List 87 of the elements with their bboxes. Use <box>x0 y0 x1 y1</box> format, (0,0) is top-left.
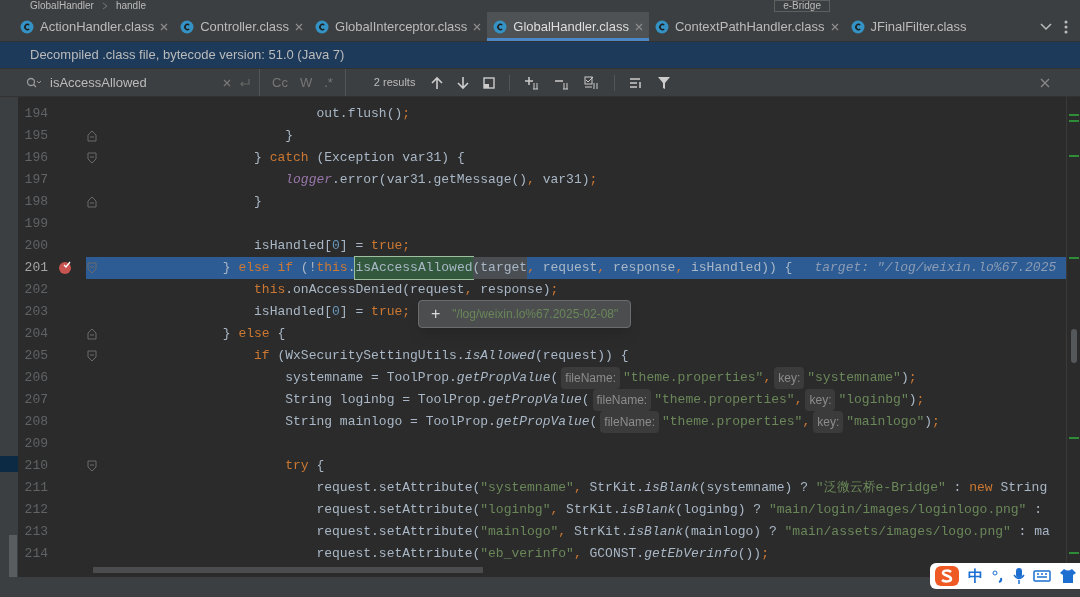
line-number: 205 <box>23 347 48 366</box>
class-file-icon <box>850 19 865 34</box>
input-mode-toggle[interactable]: 中 <box>968 564 983 588</box>
filter-icon <box>657 75 672 90</box>
code-line: } catch (Exception var31) { <box>253 149 465 167</box>
line-number: 202 <box>23 281 48 300</box>
line-number: 213 <box>23 523 48 542</box>
class-file-icon <box>493 19 508 34</box>
code-line: isHandled[0] = true; <box>253 303 411 321</box>
line-number: 211 <box>23 479 48 498</box>
editor-tab[interactable]: Controller.class <box>174 12 310 41</box>
code-line: } <box>253 193 262 211</box>
line-number: 201 <box>23 259 48 278</box>
shirt-icon <box>1059 568 1077 584</box>
debug-value: "/log/weixin.lo%67.2025-02-08" <box>452 306 619 323</box>
line-number: 194 <box>23 105 48 124</box>
tool-strip-scroll-thumb <box>9 535 17 577</box>
window-icon <box>483 76 496 89</box>
arrow-down-icon <box>457 75 470 90</box>
code-line: request.setAttribute("systemname", StrKit.isBlank(systemname) ? "泛微云桥e-Bridge" : new String <box>315 479 1048 497</box>
code-line: request.setAttribute("mainlogo", StrKit.isBlank(mainlogo) ? "main/assets/images/logo.png" : ma <box>315 523 1050 541</box>
line-number: 196 <box>23 149 48 168</box>
close-icon <box>634 22 643 31</box>
line-number: 208 <box>23 413 48 432</box>
editor-tab[interactable]: JFinalFilter.class <box>844 12 973 41</box>
code-line: request.setAttribute("eb_verinfo", GCONST.getEbVerinfo()); <box>315 545 769 563</box>
class-file-icon <box>654 19 669 34</box>
line-number: 200 <box>23 237 48 256</box>
line-number: 197 <box>23 171 48 190</box>
code-line: out.flush(); <box>315 105 411 123</box>
code-line: try { <box>284 457 325 475</box>
code-line: } else if (!this.isAccessAllowed(target, request, response, isHandled)) { target: "/log/weixin.lo%67.2025 <box>98 257 1057 279</box>
code-line: } else { <box>221 325 286 343</box>
tool-strip-marker <box>0 456 18 472</box>
code-line: if (WxSecuritySettingUtils.isAllowed(request)) { <box>253 347 629 365</box>
code-line: request.setAttribute("loginbg", StrKit.isBlank(loginbg) ? "main/login/images/loginlogo.png" : <box>315 501 1042 519</box>
chevron-down-icon <box>1040 22 1052 31</box>
breadcrumb-item[interactable]: GlobalHandler <box>30 0 94 12</box>
class-file-icon <box>20 19 34 34</box>
run-configuration-dropdown[interactable]: e-Bridge <box>774 0 830 12</box>
keyboard-icon <box>1033 569 1051 583</box>
class-file-icon <box>315 19 330 34</box>
close-icon <box>473 22 482 31</box>
close-icon <box>160 22 169 31</box>
class-file-icon <box>180 19 195 34</box>
close-icon[interactable] <box>1040 77 1050 88</box>
line-number: 209 <box>23 435 48 454</box>
code-line: systemname = ToolProp.getPropValue( fileName: "theme.properties", key: "systemname"); <box>98 367 917 389</box>
code-line: this.onAccessDenied(request, response); <box>253 281 559 299</box>
line-number: 210 <box>23 457 48 476</box>
expand-button[interactable]: + <box>431 306 441 322</box>
line-number: 212 <box>23 501 48 520</box>
decompiled-notice-banner: Decompiled .class file, bytecode version: 51.0 (Java 7) <box>0 42 1080 68</box>
line-number: 214 <box>23 545 48 564</box>
search-field[interactable]: isAccessAllowed <box>0 69 260 96</box>
line-number: 198 <box>23 193 48 212</box>
editor-tab[interactable]: ContextPathHandler.class <box>648 12 845 41</box>
clear-icon <box>223 78 231 87</box>
editor-tab[interactable]: ActionHandler.class <box>14 12 175 41</box>
line-number: 203 <box>23 303 48 322</box>
line-number: 207 <box>23 391 48 410</box>
line-number: 199 <box>23 215 48 234</box>
select-all-icon <box>584 75 601 90</box>
result-count: 2 results <box>373 75 416 91</box>
close-icon <box>295 22 304 31</box>
add-selection-icon <box>524 75 541 90</box>
search-icon <box>26 76 42 89</box>
breadcrumb-item[interactable]: handle <box>115 0 146 12</box>
punctuation-icon <box>991 569 1005 583</box>
code-line: logger.error(var31.getMessage(), var31); <box>284 171 598 189</box>
close-icon <box>830 22 839 31</box>
chevron-right-icon <box>101 2 108 10</box>
more-options-icon <box>1064 19 1068 34</box>
code-line: isHandled[0] = true; <box>253 237 411 255</box>
line-number: 204 <box>23 325 48 344</box>
code-line: String mainlogo = ToolProp.getPropValue( fileName: "theme.properties", key: "mainlogo"); <box>98 411 940 433</box>
microphone-icon <box>1013 567 1025 585</box>
code-line: String loginbg = ToolProp.getPropValue( fileName: "theme.properties", key: "loginbg"); <box>98 389 925 411</box>
new-line-icon <box>239 77 251 88</box>
line-number: 206 <box>23 369 48 388</box>
list-icon <box>629 76 644 89</box>
code-line: } <box>284 127 294 145</box>
line-number: 195 <box>23 127 48 146</box>
editor-tab[interactable]: GlobalHandler.class <box>487 12 649 41</box>
editor-tab[interactable]: GlobalInterceptor.class <box>309 12 488 41</box>
horizontal-scrollbar[interactable] <box>93 567 483 573</box>
arrow-up-icon <box>431 75 444 90</box>
